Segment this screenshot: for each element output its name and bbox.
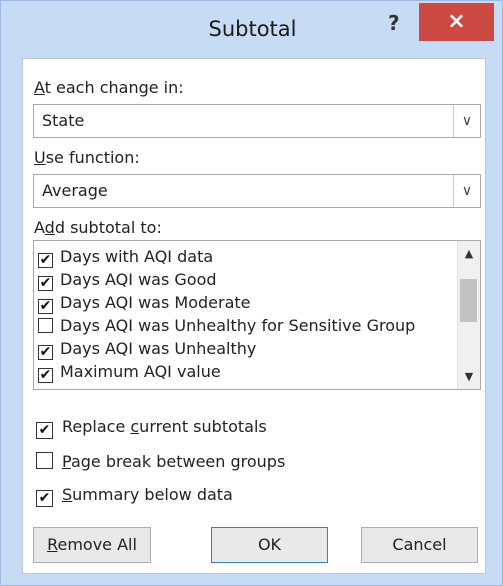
scroll-up-icon[interactable]: ▲ <box>458 247 480 260</box>
summary-checkbox-box[interactable]: ✔ <box>36 490 53 507</box>
page-break-checkbox-box[interactable] <box>36 452 53 469</box>
add-subtotal-label-pre: A <box>34 218 45 237</box>
list-item-label: Days with AQI data <box>60 247 214 266</box>
list-scrollbar[interactable]: ▲ ▼ <box>457 241 480 389</box>
summary-below-data-checkbox[interactable]: ✔ Summary below data <box>36 485 233 507</box>
dialog-body: At each change in: State ∨ Use function:… <box>22 58 486 574</box>
cancel-button[interactable]: Cancel <box>361 527 478 563</box>
replace-checkbox-box[interactable]: ✔ <box>36 422 53 439</box>
change-in-dropdown[interactable]: State ∨ <box>33 104 481 138</box>
list-item-checkbox[interactable]: ✔ <box>38 253 53 268</box>
add-subtotal-label-text: d subtotal to: <box>54 218 162 237</box>
list-item[interactable]: ✔ Maximum AQI value <box>38 362 221 384</box>
list-item-checkbox[interactable]: ✔ <box>38 299 53 314</box>
help-icon[interactable]: ? <box>388 11 400 35</box>
chevron-down-icon[interactable]: ∨ <box>453 105 480 137</box>
replace-label-text: urrent subtotals <box>139 417 267 436</box>
list-item[interactable]: ✔ Days AQI was Good <box>38 270 217 292</box>
summary-label-key: S <box>62 485 73 504</box>
function-dropdown[interactable]: Average ∨ <box>33 174 481 208</box>
scrollbar-thumb[interactable] <box>460 279 477 322</box>
change-in-value: State <box>42 111 85 130</box>
list-item-label: Days AQI was Moderate <box>60 293 251 312</box>
list-item-checkbox[interactable]: ✔ <box>38 276 53 291</box>
add-subtotal-label-key: d <box>44 218 55 237</box>
subtotal-dialog: Subtotal ? × At each change in: State ∨ … <box>0 0 503 586</box>
page-break-checkbox[interactable]: Page break between groups <box>36 452 285 471</box>
scroll-down-icon[interactable]: ▼ <box>458 370 480 383</box>
remove-all-text: emove All <box>57 535 137 554</box>
change-in-label-text: t each change in: <box>44 78 184 97</box>
list-item-checkbox[interactable] <box>38 318 53 333</box>
function-label-key: U <box>34 148 46 167</box>
ok-button[interactable]: OK <box>211 527 328 563</box>
replace-current-subtotals-checkbox[interactable]: ✔ Replace current subtotals <box>36 417 267 439</box>
function-value: Average <box>42 181 108 200</box>
change-in-label-key: A <box>34 78 45 97</box>
change-in-label: At each change in: <box>34 78 184 97</box>
list-item[interactable]: ✔ Days AQI was Unhealthy <box>38 339 256 361</box>
remove-all-key: R <box>47 535 58 554</box>
list-item-label: Maximum AQI value <box>60 362 221 381</box>
list-item-checkbox[interactable]: ✔ <box>38 368 53 383</box>
list-item-label: Days AQI was Unhealthy <box>60 339 257 358</box>
list-item[interactable]: ✔ Days with AQI data <box>38 247 213 269</box>
page-break-label-key: P <box>62 452 71 471</box>
function-label-text: se function: <box>45 148 140 167</box>
list-item-label: Days AQI was Unhealthy for Sensitive Gro… <box>60 316 416 335</box>
function-label: Use function: <box>34 148 140 167</box>
list-item-checkbox[interactable]: ✔ <box>38 345 53 360</box>
subtotal-columns-list[interactable]: ✔ Days with AQI data ✔ Days AQI was Good ✔… <box>33 240 481 390</box>
summary-label-text: ummary below data <box>72 485 233 504</box>
list-item[interactable]: ✔ Days AQI was Moderate <box>38 293 250 315</box>
page-break-label-text: age break between groups <box>70 452 286 471</box>
list-item[interactable]: Days AQI was Unhealthy for Sensitive Gro… <box>38 316 415 338</box>
chevron-down-icon[interactable]: ∨ <box>453 175 480 207</box>
replace-label-pre: Replace <box>62 417 131 436</box>
add-subtotal-label: Add subtotal to: <box>34 218 162 237</box>
remove-all-button[interactable]: Remove All <box>33 527 151 563</box>
close-icon[interactable]: × <box>419 3 494 41</box>
list-item-label: Days AQI was Good <box>60 270 217 289</box>
replace-label-key: c <box>130 417 140 436</box>
